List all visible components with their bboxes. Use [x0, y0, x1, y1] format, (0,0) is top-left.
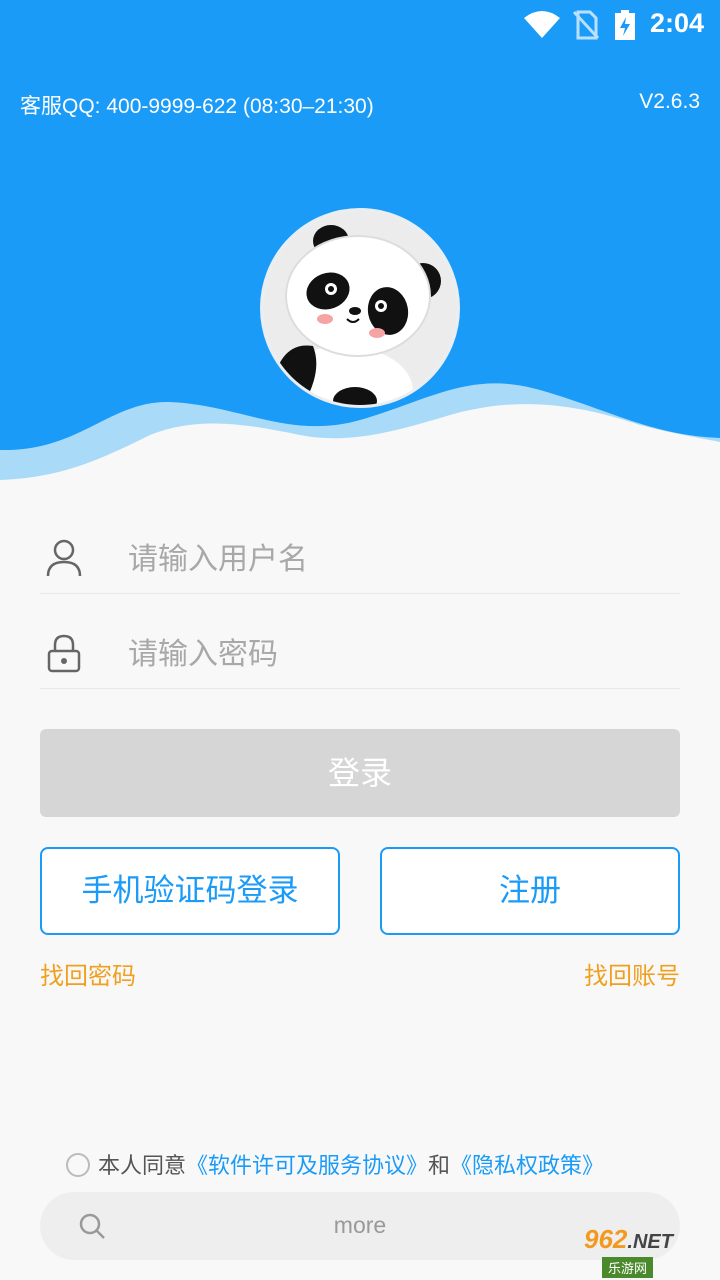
- info-row: 客服QQ: 400-9999-622 (08:30–21:30) V2.6.3: [20, 90, 700, 120]
- license-agreement-link[interactable]: 《软件许可及服务协议》: [186, 1154, 428, 1179]
- sms-login-button[interactable]: 手机验证码登录: [40, 847, 340, 935]
- agreement-radio[interactable]: [66, 1153, 90, 1177]
- avatar[interactable]: [260, 208, 460, 408]
- wifi-icon: [524, 11, 560, 38]
- user-icon: [46, 539, 82, 577]
- service-qq-text: 客服QQ: 400-9999-622 (08:30–21:30): [20, 95, 374, 118]
- agreement-prefix: 本人同意: [98, 1154, 187, 1179]
- recover-account-link[interactable]: 找回账号: [584, 956, 680, 991]
- header-banner: 2:04 客服QQ: 400-9999-622 (08:30–21:30) V2…: [0, 0, 720, 480]
- battery-charging-icon: [615, 10, 635, 40]
- password-field: [40, 619, 680, 689]
- login-button[interactable]: 登录: [40, 729, 680, 817]
- agreement-conjunction: 和: [428, 1154, 451, 1179]
- agreement-row: 本人同意《软件许可及服务协议》和《隐私权政策》: [66, 1148, 604, 1180]
- no-sim-icon: [572, 10, 600, 40]
- recover-password-link[interactable]: 找回密码: [40, 956, 136, 991]
- status-time: 2:04: [649, 8, 704, 38]
- password-input[interactable]: [128, 629, 668, 679]
- site-watermark: 962.NET 乐游网: [584, 1224, 714, 1278]
- username-input[interactable]: [128, 534, 668, 584]
- privacy-policy-link[interactable]: 《隐私权政策》: [450, 1154, 604, 1179]
- watermark-number: 962: [584, 1224, 628, 1254]
- username-field: [40, 524, 680, 594]
- panda-avatar-icon: [263, 211, 457, 405]
- status-bar: 2:04: [0, 0, 720, 50]
- register-button[interactable]: 注册: [380, 847, 680, 935]
- watermark-suffix: .NET: [627, 1231, 673, 1253]
- lock-icon: [47, 634, 81, 673]
- watermark-site-name: 乐游网: [602, 1257, 654, 1278]
- version-text: V2.6.3: [639, 90, 700, 113]
